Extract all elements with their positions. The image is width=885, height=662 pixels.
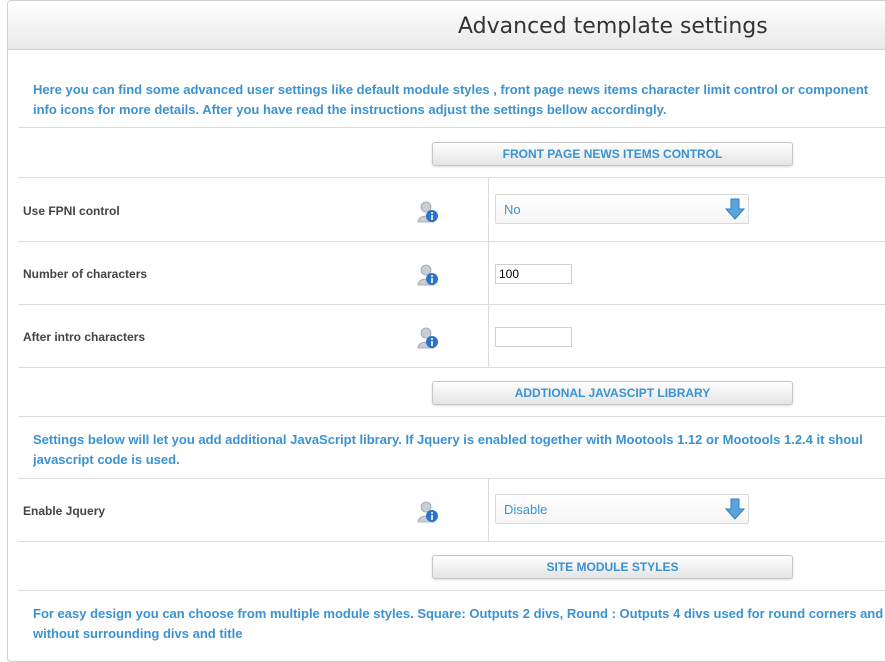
blue-down-arrow-icon: [724, 498, 746, 520]
num-chars-label: Number of characters: [23, 267, 148, 281]
after-intro-label: After intro characters: [23, 330, 146, 344]
page-header: Advanced template settings: [8, 1, 885, 50]
module-styles-description: For easy design you can choose from mult…: [33, 604, 885, 644]
user-info-icon[interactable]: [416, 200, 440, 224]
page-title: Advanced template settings: [458, 14, 768, 39]
divider: [18, 590, 885, 591]
module-styles-section-button[interactable]: SITE MODULE STYLES: [432, 555, 793, 579]
user-info-icon[interactable]: [416, 500, 440, 524]
divider: [18, 416, 885, 417]
column-divider: [488, 178, 489, 241]
module-desc-line-2: without surrounding divs and title: [33, 626, 243, 641]
user-info-icon[interactable]: [416, 263, 440, 287]
column-divider: [488, 305, 489, 367]
js-desc-line-2: javascript code is used.: [33, 452, 180, 467]
module-desc-line-1: For easy design you can choose from mult…: [33, 606, 884, 621]
divider: [18, 177, 885, 178]
column-divider: [488, 242, 489, 304]
js-library-description: Settings below will let you add addition…: [33, 430, 885, 470]
fpni-section-button[interactable]: FRONT PAGE NEWS ITEMS CONTROL: [432, 142, 793, 166]
column-divider: [488, 479, 489, 541]
num-chars-input[interactable]: [495, 264, 572, 284]
js-desc-line-1: Settings below will let you add addition…: [33, 432, 863, 447]
divider: [18, 367, 885, 368]
intro-description: Here you can find some advanced user set…: [33, 80, 885, 120]
user-info-icon[interactable]: [416, 326, 440, 350]
divider: [18, 241, 885, 242]
use-fpni-value: No: [504, 202, 521, 217]
divider: [18, 304, 885, 305]
enable-jquery-value: Disable: [504, 502, 548, 517]
intro-line-1: Here you can find some advanced user set…: [33, 82, 869, 97]
enable-jquery-label: Enable Jquery: [23, 504, 106, 518]
use-fpni-select[interactable]: No: [495, 194, 749, 224]
js-library-section-button[interactable]: ADDTIONAL JAVASCIPT LIBRARY: [432, 381, 793, 405]
divider: [18, 127, 885, 128]
after-intro-input[interactable]: [495, 327, 572, 347]
intro-line-2: info icons for more details. After you h…: [33, 102, 667, 117]
settings-panel: Advanced template settings Here you can …: [7, 0, 885, 662]
use-fpni-label: Use FPNI control: [23, 204, 120, 218]
divider: [18, 478, 885, 479]
divider: [18, 541, 885, 542]
enable-jquery-select[interactable]: Disable: [495, 494, 749, 524]
blue-down-arrow-icon: [724, 198, 746, 220]
